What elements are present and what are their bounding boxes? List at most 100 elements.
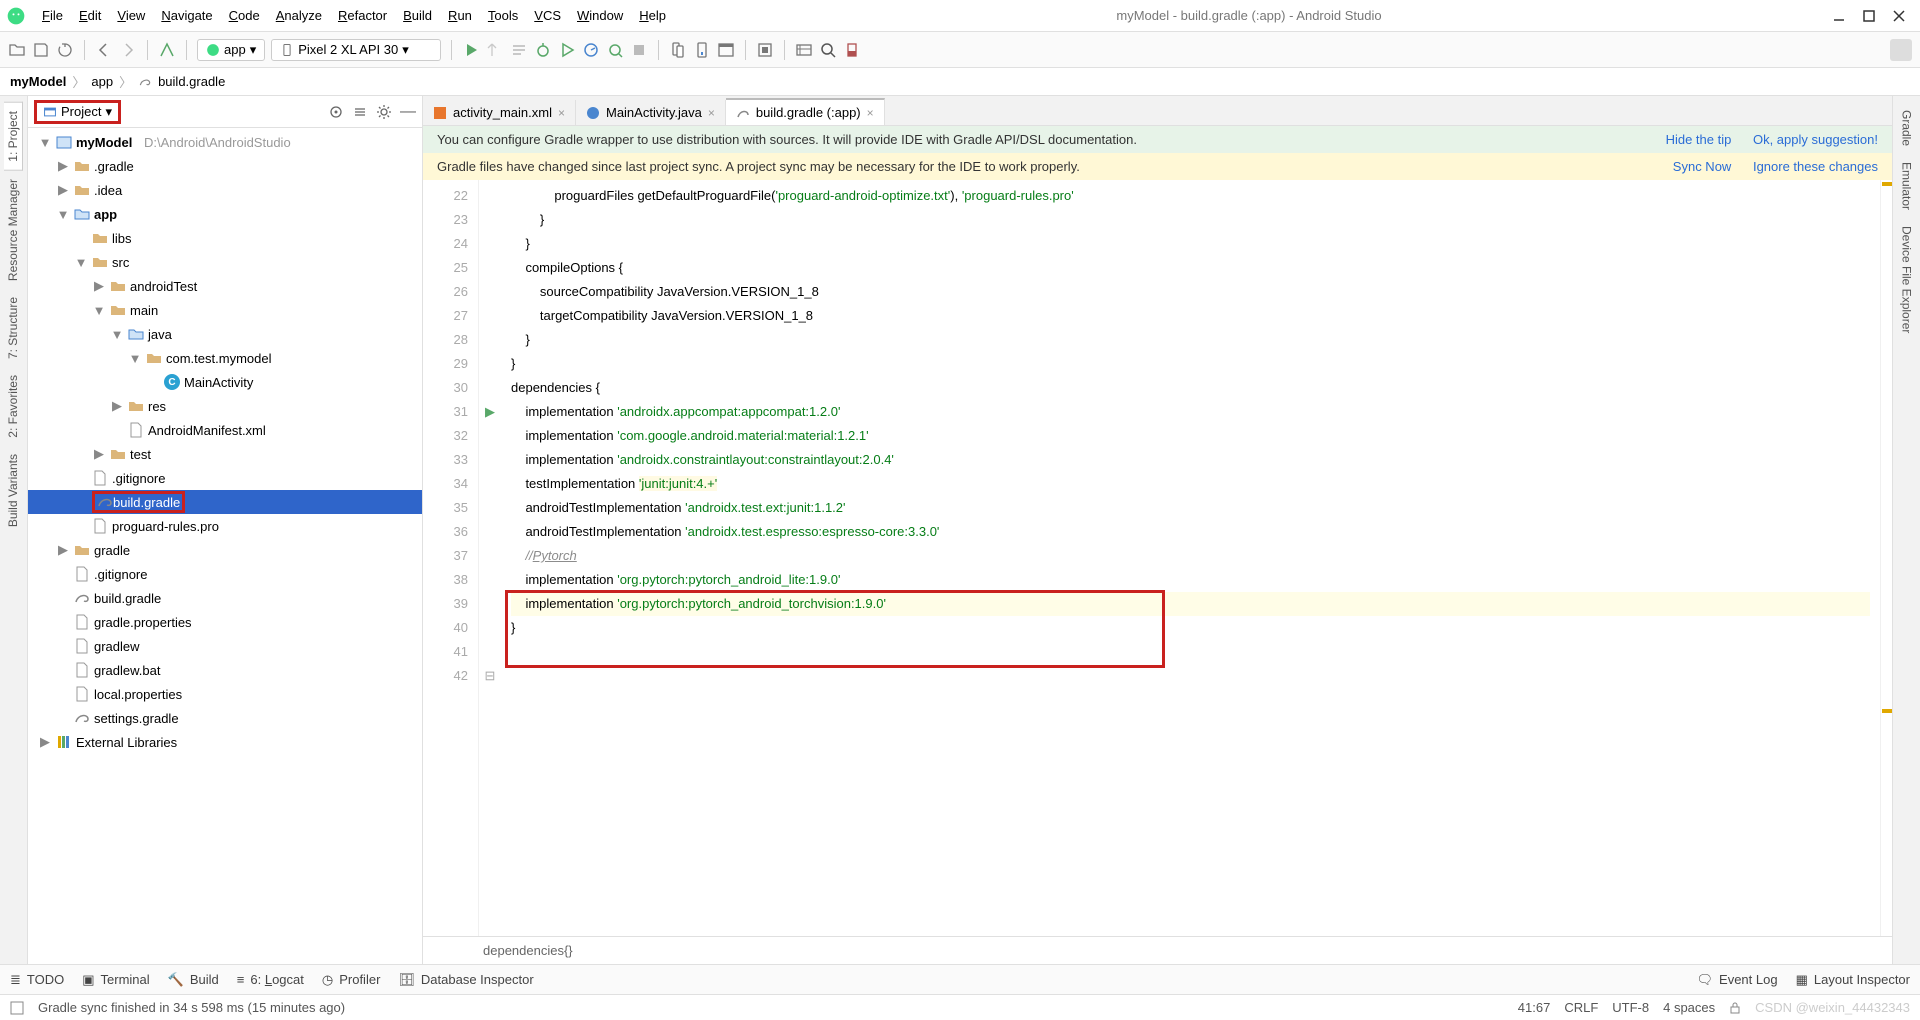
menu-run[interactable]: Run: [440, 4, 480, 27]
tree-item-androidtest[interactable]: ▶androidTest: [28, 274, 422, 298]
tree-item-mainactivity[interactable]: CMainActivity: [28, 370, 422, 394]
caret-position[interactable]: 41:67: [1518, 1000, 1551, 1015]
apply-changes-icon[interactable]: [486, 41, 504, 59]
bottom-tool-event-log[interactable]: 🗨Event Log: [1697, 972, 1778, 988]
tree-item-gradlew-bat[interactable]: gradlew.bat: [28, 658, 422, 682]
error-stripe[interactable]: [1880, 180, 1892, 936]
editor-tab-activity-main-xml[interactable]: activity_main.xml×: [423, 100, 576, 125]
menu-vcs[interactable]: VCS: [526, 4, 569, 27]
tree-item-libs[interactable]: libs: [28, 226, 422, 250]
apply-code-icon[interactable]: [510, 41, 528, 59]
left-tab-7-structure[interactable]: 7: Structure: [4, 289, 22, 367]
breadcrumb[interactable]: app: [91, 74, 113, 89]
tree-item-androidmanifest-xml[interactable]: AndroidManifest.xml: [28, 418, 422, 442]
tree-item-src[interactable]: ▼src: [28, 250, 422, 274]
menu-build[interactable]: Build: [395, 4, 440, 27]
menu-view[interactable]: View: [109, 4, 153, 27]
tree-item--idea[interactable]: ▶.idea: [28, 178, 422, 202]
close-tab-icon[interactable]: ×: [558, 106, 565, 120]
tree-item--gitignore[interactable]: .gitignore: [28, 466, 422, 490]
breadcrumb[interactable]: myModel: [10, 74, 66, 89]
tree-item-proguard-rules-pro[interactable]: proguard-rules.pro: [28, 514, 422, 538]
back-icon[interactable]: [95, 41, 113, 59]
avd-manager-icon[interactable]: [669, 41, 687, 59]
menu-code[interactable]: Code: [221, 4, 268, 27]
tree-item--gradle[interactable]: ▶.gradle: [28, 154, 422, 178]
bottom-tool-profiler[interactable]: ◷Profiler: [322, 972, 381, 988]
bottom-tool-layout-inspector[interactable]: ▦Layout Inspector: [1796, 972, 1910, 988]
hide-tip-link[interactable]: Hide the tip: [1648, 132, 1732, 147]
run-icon[interactable]: [462, 41, 480, 59]
sync-now-link[interactable]: Sync Now: [1655, 159, 1732, 174]
hide-icon[interactable]: —: [400, 104, 416, 120]
tree-item-app[interactable]: ▼app: [28, 202, 422, 226]
menu-edit[interactable]: Edit: [71, 4, 109, 27]
profiler-icon[interactable]: [582, 41, 600, 59]
tree-item-build-gradle[interactable]: build.gradle: [28, 490, 422, 514]
stop-icon[interactable]: [630, 41, 648, 59]
open-icon[interactable]: [8, 41, 26, 59]
menu-file[interactable]: File: [34, 4, 71, 27]
tree-item-external-libraries[interactable]: ▶External Libraries: [28, 730, 422, 754]
run-config-selector[interactable]: app ▾: [197, 39, 265, 61]
tree-item-main[interactable]: ▼main: [28, 298, 422, 322]
sync-icon[interactable]: [56, 41, 74, 59]
tree-item-test[interactable]: ▶test: [28, 442, 422, 466]
coverage-icon[interactable]: [558, 41, 576, 59]
right-tab-gradle[interactable]: Gradle: [1898, 102, 1916, 154]
menu-tools[interactable]: Tools: [480, 4, 526, 27]
right-tab-emulator[interactable]: Emulator: [1898, 154, 1916, 218]
bottom-tool-build[interactable]: 🔨Build: [168, 972, 219, 988]
layout-inspector-toolbar-icon[interactable]: [756, 41, 774, 59]
left-tab-build-variants[interactable]: Build Variants: [4, 446, 22, 535]
minimize-button[interactable]: [1832, 9, 1846, 23]
menu-help[interactable]: Help: [631, 4, 674, 27]
apply-suggestion-link[interactable]: Ok, apply suggestion!: [1735, 132, 1878, 147]
attach-debugger-icon[interactable]: [606, 41, 624, 59]
sdk-manager-icon[interactable]: [693, 41, 711, 59]
menu-refactor[interactable]: Refactor: [330, 4, 395, 27]
tree-item-settings-gradle[interactable]: settings.gradle: [28, 706, 422, 730]
bottom-tool-todo[interactable]: ≣TODO: [10, 972, 64, 988]
left-tab-resource-manager[interactable]: Resource Manager: [4, 171, 22, 289]
left-tab-1-project[interactable]: 1: Project: [4, 102, 23, 171]
tree-item-com-test-mymodel[interactable]: ▼com.test.mymodel: [28, 346, 422, 370]
right-tab-device-file-explorer[interactable]: Device File Explorer: [1898, 218, 1916, 341]
account-avatar[interactable]: [1890, 39, 1912, 61]
tree-item-res[interactable]: ▶res: [28, 394, 422, 418]
tree-root[interactable]: ▼myModel D:\Android\AndroidStudio: [28, 130, 422, 154]
menu-navigate[interactable]: Navigate: [153, 4, 220, 27]
close-tab-icon[interactable]: ×: [708, 106, 715, 120]
close-tab-icon[interactable]: ×: [867, 106, 874, 120]
tree-item-java[interactable]: ▼java: [28, 322, 422, 346]
line-separator[interactable]: CRLF: [1564, 1000, 1598, 1015]
device-selector[interactable]: Pixel 2 XL API 30 ▾: [271, 39, 441, 61]
memory-indicator-icon[interactable]: [843, 41, 861, 59]
menu-analyze[interactable]: Analyze: [268, 4, 330, 27]
left-tab-2-favorites[interactable]: 2: Favorites: [4, 367, 22, 446]
ignore-changes-link[interactable]: Ignore these changes: [1735, 159, 1878, 174]
save-icon[interactable]: [32, 41, 50, 59]
menu-window[interactable]: Window: [569, 4, 631, 27]
forward-icon[interactable]: [119, 41, 137, 59]
search-icon[interactable]: [819, 41, 837, 59]
breadcrumb[interactable]: build.gradle: [158, 74, 225, 89]
tree-item-gradle-properties[interactable]: gradle.properties: [28, 610, 422, 634]
bottom-tool-database-inspector[interactable]: 🗄Database Inspector: [398, 972, 533, 988]
bottom-tool-terminal[interactable]: ▣Terminal: [82, 972, 149, 988]
editor-tab-mainactivity-java[interactable]: MainActivity.java×: [576, 100, 726, 125]
tree-item-build-gradle[interactable]: build.gradle: [28, 586, 422, 610]
resource-manager-toolbar-icon[interactable]: [717, 41, 735, 59]
file-encoding[interactable]: UTF-8: [1612, 1000, 1649, 1015]
code-editor[interactable]: 2223242526272829303132333435363738394041…: [423, 180, 1892, 936]
make-icon[interactable]: [158, 41, 176, 59]
maximize-button[interactable]: [1862, 9, 1876, 23]
expand-all-icon[interactable]: [352, 104, 368, 120]
tree-item-gradle[interactable]: ▶gradle: [28, 538, 422, 562]
bottom-tool-6-logcat[interactable]: ≡6: Logcat: [237, 972, 304, 988]
tree-item-local-properties[interactable]: local.properties: [28, 682, 422, 706]
debug-icon[interactable]: [534, 41, 552, 59]
tree-item-gradlew[interactable]: gradlew: [28, 634, 422, 658]
indent-config[interactable]: 4 spaces: [1663, 1000, 1715, 1015]
project-view-selector[interactable]: Project ▾: [34, 100, 121, 124]
